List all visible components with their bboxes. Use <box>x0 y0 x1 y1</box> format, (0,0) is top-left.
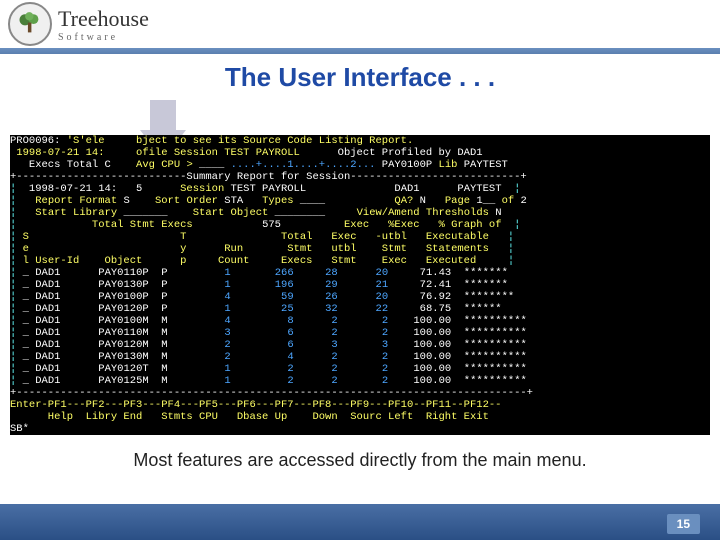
footer-bar: 15 <box>0 504 720 540</box>
page-number: 15 <box>667 514 700 534</box>
slide-title: The User Interface . . . <box>0 62 720 93</box>
tree-icon <box>8 2 52 46</box>
brand-name: Treehouse <box>58 6 149 32</box>
brand-sub: Software <box>58 32 149 43</box>
brand-logo: Treehouse Software <box>8 2 149 46</box>
slide-caption: Most features are accessed directly from… <box>0 450 720 471</box>
terminal-screen[interactable]: PRO0096: 'S'ele bject to see its Source … <box>10 135 710 435</box>
header-stripe <box>0 48 720 54</box>
